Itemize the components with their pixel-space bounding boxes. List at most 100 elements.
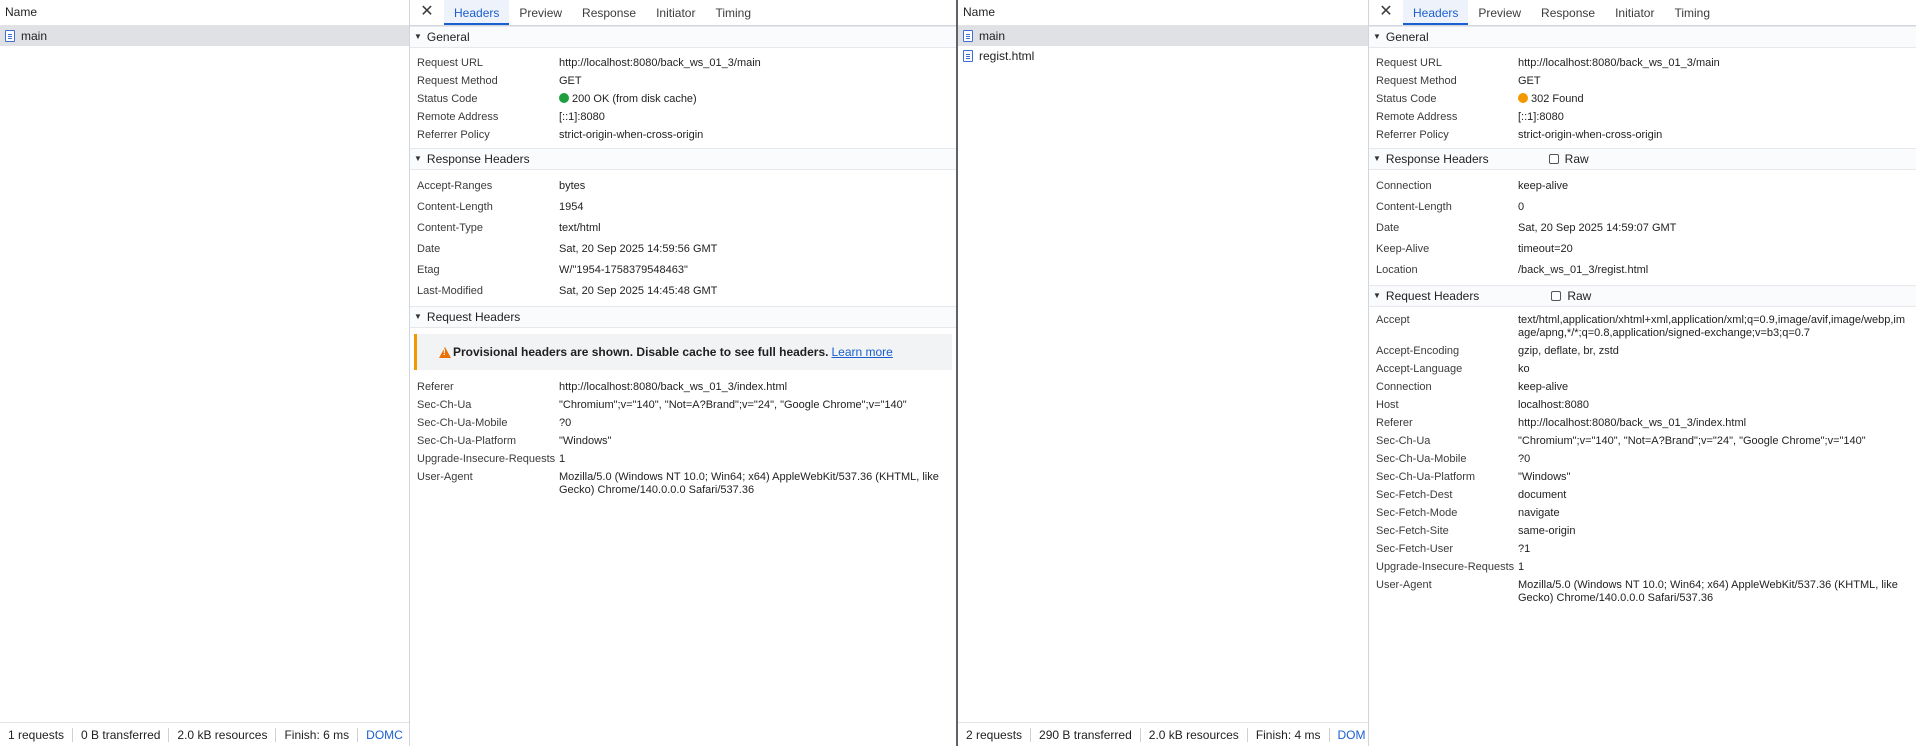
header-value: gzip, deflate, br, zstd [1518,345,1619,357]
header-value: W/"1954-1758379548463" [559,264,688,276]
learn-more-link[interactable]: Learn more [831,345,892,359]
header-row: Request URL http://localhost:8080/back_ws… [1369,54,1916,72]
document-icon [963,30,973,42]
header-row: Sec-Fetch-Dest document [1369,486,1916,504]
header-key: Etag [417,264,440,276]
header-row: Request URL http://localhost:8080/back_ws… [410,54,956,72]
header-value: 1 [559,453,566,465]
header-value: Sat, 20 Sep 2025 14:45:48 GMT [559,285,718,297]
close-icon[interactable]: ✕ [410,0,444,25]
section-general[interactable]: ▼ General [410,26,956,48]
header-row: Location/back_ws_01_3/regist.html [1369,260,1916,281]
header-key: Sec-Ch-Ua-Platform [417,435,517,447]
request-count: 2 requests [958,727,1032,742]
finish-time: Finish: 4 ms [1248,727,1330,742]
header-row: Accept-Language ko [1369,360,1916,378]
header-key: Content-Length [417,201,493,213]
header-key: Request Method [417,75,498,87]
section-title: General [1385,30,1429,44]
header-row: Last-Modified Sat, 20 Sep 2025 14:45:48 G… [410,281,956,302]
header-value: strict-origin-when-cross-origin [1518,129,1663,141]
header-row: Sec-Ch-Ua-Mobile ?0 [410,414,956,432]
resources-size: 2.0 kB resources [169,727,277,742]
tab-initiator[interactable]: Initiator [646,0,705,25]
header-value: navigate [1518,507,1560,519]
header-key: Request URL [1376,57,1443,69]
tab-preview[interactable]: Preview [509,0,572,25]
tab-preview[interactable]: Preview [1468,0,1531,25]
header-key: Host [1376,399,1399,411]
tab-response[interactable]: Response [572,0,646,25]
request-row-main[interactable]: main [0,26,409,46]
status-code-value: 200 OK (from disk cache) [572,93,697,105]
header-key: Content-Type [417,222,484,234]
header-row: Request Method GET [1369,72,1916,90]
close-icon[interactable]: ✕ [1369,0,1403,25]
header-key: Connection [1376,381,1432,393]
header-row: Status Code 200 OK (from disk cache) [410,90,956,108]
raw-toggle[interactable]: Raw [1551,285,1591,307]
header-row: Status Code 302 Found [1369,90,1916,108]
header-value: keep-alive [1518,180,1569,192]
header-row: Accept text/html,application/xhtml+xml,ap… [1369,311,1916,342]
name-column-header[interactable]: Name [0,0,409,26]
tab-headers[interactable]: Headers [444,0,510,25]
header-key: Sec-Ch-Ua-Mobile [1376,453,1467,465]
header-key: Sec-Ch-Ua-Platform [1376,471,1476,483]
request-row-main[interactable]: main [958,26,1368,46]
header-value: text/html [559,222,601,234]
tab-timing[interactable]: Timing [1664,0,1720,25]
dom-content-loaded: DOM [1337,727,1366,742]
collapse-triangle-icon: ▼ [1373,291,1381,300]
header-key: User-Agent [417,471,473,483]
header-value: bytes [559,180,586,192]
header-row: Sec-Ch-Ua "Chromium";v="140", "Not=A?Bran… [1369,432,1916,450]
header-row: Content-Length 0 [1369,197,1916,218]
header-row: Accept-Encoding gzip, deflate, br, zstd [1369,342,1916,360]
header-key: Sec-Fetch-Mode [1376,507,1458,519]
header-key: Keep-Alive [1376,243,1430,255]
section-request-headers[interactable]: ▼ Request Headers Raw [1369,285,1916,307]
header-row: Host localhost:8080 [1369,396,1916,414]
header-row: Sec-Ch-Ua-Mobile ?0 [1369,450,1916,468]
name-column-header[interactable]: Name [958,0,1368,26]
tab-response[interactable]: Response [1531,0,1605,25]
section-response-headers[interactable]: ▼ Response Headers [410,148,956,170]
header-value: 0 [1518,201,1525,213]
header-row: Sec-Ch-Ua-Platform "Windows" [1369,468,1916,486]
header-row: Remote Address [::1]:8080 [1369,108,1916,126]
section-general[interactable]: ▼ General [1369,26,1916,48]
transferred-size: 290 B transferred [1031,727,1141,742]
header-key: Referrer Policy [417,129,490,141]
raw-label: Raw [1567,289,1592,303]
collapse-triangle-icon: ▼ [1373,32,1381,41]
raw-checkbox[interactable] [1551,291,1562,301]
header-key: Referer [417,381,454,393]
tab-headers[interactable]: Headers [1403,0,1469,25]
header-value: document [1518,489,1567,501]
header-row: Upgrade-Insecure-Requests 1 [1369,558,1916,576]
tab-initiator[interactable]: Initiator [1605,0,1664,25]
provisional-headers-warning: Provisional headers are shown. Disable c… [414,334,952,370]
header-value: GET [559,75,582,87]
header-value: GET [1518,75,1541,87]
header-key: Sec-Ch-Ua [1376,435,1431,447]
header-row: Content-Type text/html [410,218,956,239]
section-title: Request Headers [1385,289,1480,303]
header-key: Accept [1376,314,1410,326]
request-row-regist[interactable]: regist.html [958,46,1368,66]
section-response-headers[interactable]: ▼ Response Headers Raw [1369,148,1916,170]
collapse-triangle-icon: ▼ [414,32,422,41]
raw-checkbox[interactable] [1548,154,1559,164]
header-key: Accept-Language [1376,363,1463,375]
header-row: Sec-Fetch-Mode navigate [1369,504,1916,522]
raw-toggle[interactable]: Raw [1548,148,1589,170]
tab-timing[interactable]: Timing [705,0,761,25]
header-key: Referrer Policy [1376,129,1449,141]
header-key: Remote Address [1376,111,1458,123]
header-key: Sec-Fetch-Dest [1376,489,1453,501]
header-key: Status Code [417,93,478,105]
header-value: ?0 [559,417,572,429]
section-request-headers[interactable]: ▼ Request Headers [410,306,956,328]
right-status-bar: 2 requests 290 B transferred 2.0 kB reso… [958,722,1368,746]
